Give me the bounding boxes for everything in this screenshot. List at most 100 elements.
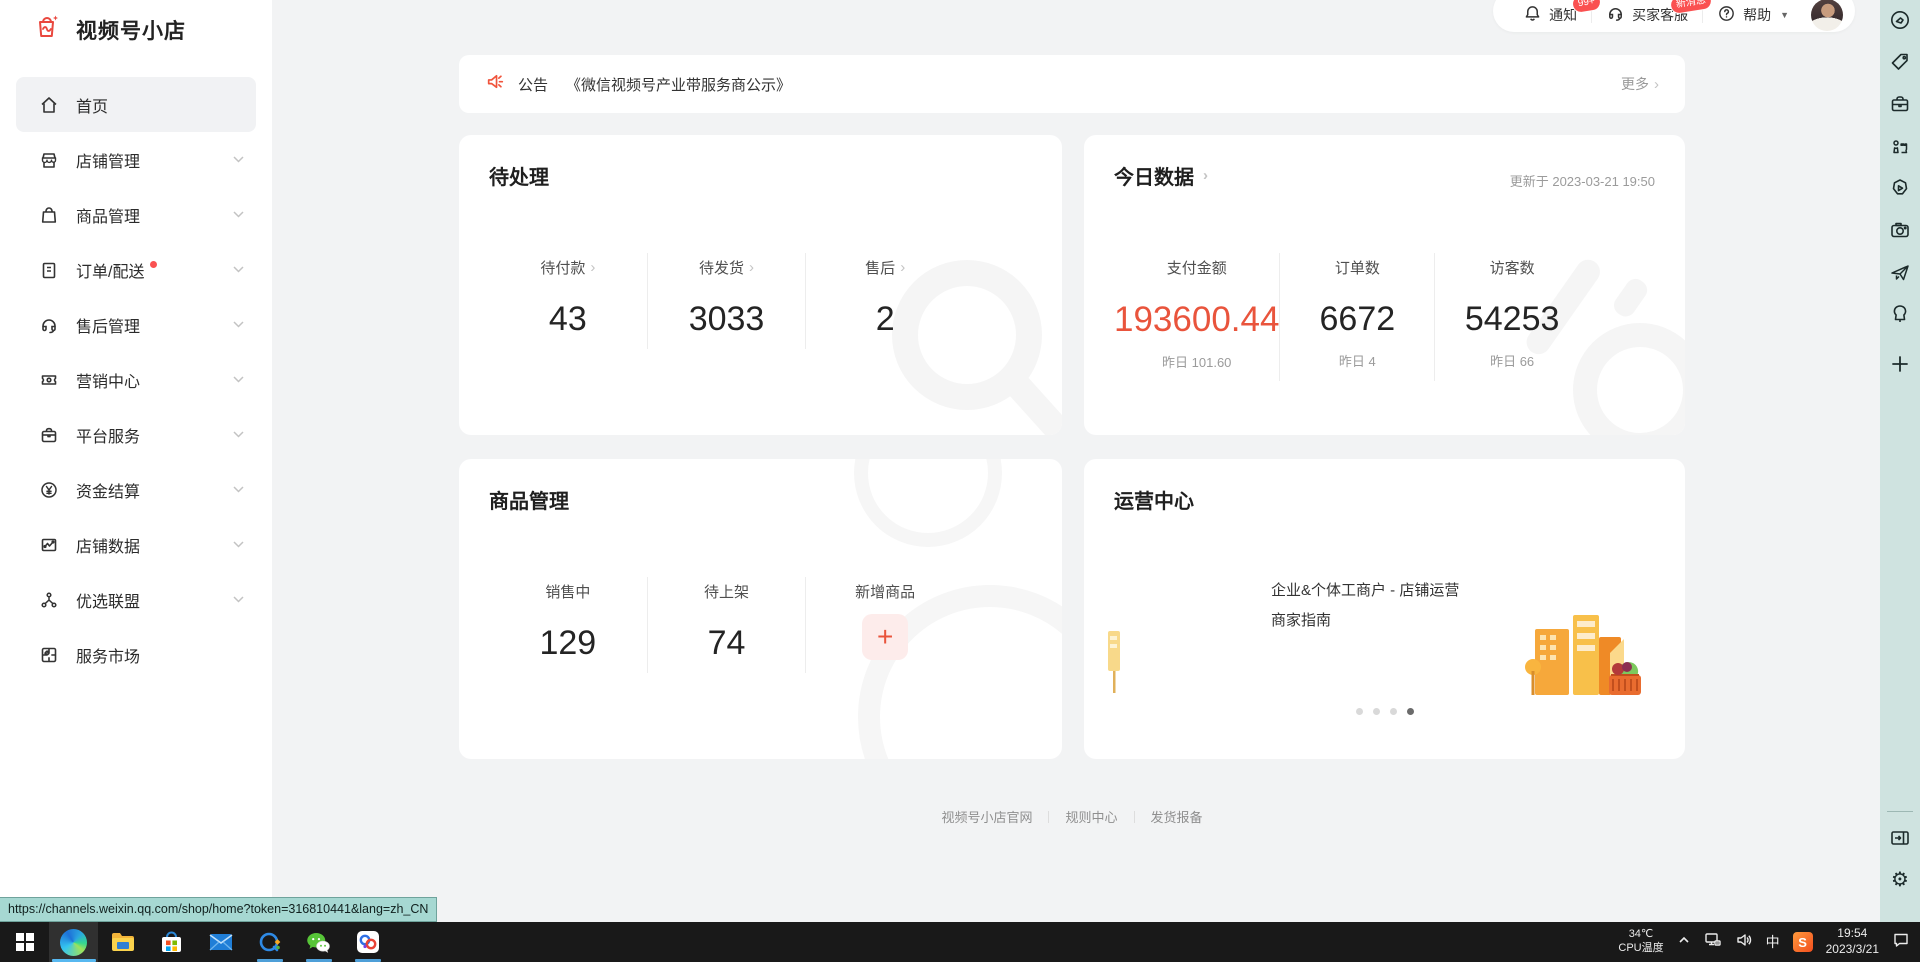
- add-panel-icon[interactable]: [1888, 352, 1912, 376]
- pending-card: 待处理 待付款› 43 待发货› 3033 售后› 2: [459, 135, 1062, 435]
- sidebar-item-label: 营销中心: [76, 368, 140, 392]
- taskbar-app-tencent-app[interactable]: [343, 922, 392, 962]
- chevron-right-icon: ›: [590, 260, 595, 275]
- tray-time: 19:54: [1826, 926, 1879, 942]
- main-area: 通知 99+ 买家客服 新消息 帮助 ▼: [272, 0, 1880, 922]
- sidebar-item-orders-delivery[interactable]: 订单/配送: [16, 242, 256, 297]
- camera-icon[interactable]: [1888, 218, 1912, 242]
- briefcase-icon: [38, 424, 60, 446]
- sidebar-item-preferred-alliance[interactable]: 优选联盟: [16, 572, 256, 627]
- carousel-dot-active[interactable]: [1407, 708, 1414, 715]
- help-button[interactable]: 帮助 ▼: [1703, 4, 1803, 26]
- sidebar-item-product-management[interactable]: 商品管理: [16, 187, 256, 242]
- stat-on-sale[interactable]: 销售中 129: [489, 577, 647, 673]
- stat-value: 2: [806, 300, 964, 339]
- paper-plane-icon[interactable]: [1888, 260, 1912, 284]
- sidebar-item-label: 商品管理: [76, 203, 140, 227]
- divider: [1134, 811, 1135, 823]
- carousel-dots: [1356, 708, 1414, 715]
- announcement-link[interactable]: 《微信视频号产业带服务商公示》: [566, 74, 791, 95]
- sidebar-item-marketing-center[interactable]: 营销中心: [16, 352, 256, 407]
- user-avatar[interactable]: [1811, 0, 1843, 31]
- sidebar-item-funds-settlement[interactable]: 资金结算: [16, 462, 256, 517]
- footer-link-official-site[interactable]: 视频号小店官网: [941, 807, 1032, 826]
- stat-to-be-listed[interactable]: 待上架 74: [647, 577, 806, 673]
- start-button[interactable]: [0, 922, 49, 962]
- add-product-label: 新增商品: [855, 581, 915, 602]
- today-data-title-row[interactable]: 今日数据 ›: [1114, 161, 1208, 190]
- stat-payment-amount[interactable]: 支付金额 193600.44 昨日 101.60: [1114, 253, 1279, 381]
- notifications-button[interactable]: 通知 99+: [1509, 4, 1591, 26]
- shape-play-icon[interactable]: [1888, 176, 1912, 200]
- cpu-temp-label: CPU温度: [1618, 942, 1663, 956]
- stat-visitor-count[interactable]: 访客数 54253 昨日 66: [1434, 253, 1589, 381]
- chat-logo-icon[interactable]: [1888, 8, 1912, 32]
- chevron-down-icon: [233, 431, 244, 438]
- taskbar-app-file-explorer[interactable]: [98, 922, 147, 962]
- sidebar-item-service-market[interactable]: 服务市场: [16, 627, 256, 682]
- tray-date: 2023/3/21: [1826, 942, 1879, 958]
- today-data-title: 今日数据: [1114, 161, 1194, 190]
- taskbar-app-mail[interactable]: [196, 922, 245, 962]
- stat-label: 待上架: [704, 581, 749, 602]
- tree-icon[interactable]: [1888, 302, 1912, 326]
- sidebar-item-label: 首页: [76, 93, 108, 117]
- qq-browser-icon: [257, 929, 283, 955]
- briefcase-icon[interactable]: [1888, 92, 1912, 116]
- sogou-input-icon[interactable]: S: [1793, 932, 1813, 952]
- add-product-button[interactable]: +: [862, 614, 908, 660]
- puzzle-icon: [38, 644, 60, 666]
- footer-link-shipping-report[interactable]: 发货报备: [1151, 807, 1203, 826]
- collapse-panel-icon[interactable]: [1888, 826, 1912, 850]
- carousel-dot[interactable]: [1390, 708, 1397, 715]
- sidebar-item-platform-services[interactable]: 平台服务: [16, 407, 256, 462]
- taskbar-app-wechat[interactable]: [294, 922, 343, 962]
- network-icon[interactable]: [1704, 931, 1722, 954]
- carousel-banner-link[interactable]: 企业&个体工商户 - 店铺运营 商家指南: [1271, 579, 1601, 633]
- app-logo[interactable]: 视频号小店: [0, 0, 272, 47]
- carousel-dot[interactable]: [1373, 708, 1380, 715]
- cpu-temperature-widget[interactable]: 34℃ CPU温度: [1618, 928, 1663, 956]
- stat-aftersales[interactable]: 售后› 2: [805, 253, 964, 349]
- chevron-down-icon: [233, 596, 244, 603]
- taskbar-app-qq-browser[interactable]: [245, 922, 294, 962]
- product-stats: 销售中 129 待上架 74 新增商品 +: [489, 577, 964, 673]
- sidebar-item-shop-data[interactable]: 店铺数据: [16, 517, 256, 572]
- tag-icon[interactable]: [1888, 50, 1912, 74]
- action-center-icon[interactable]: [1892, 931, 1910, 954]
- stat-value: 43: [489, 300, 647, 339]
- clock-widget[interactable]: 19:54 2023/3/21: [1826, 926, 1879, 957]
- operations-card-title: 运营中心: [1114, 485, 1194, 514]
- product-management-card: 商品管理 销售中 129 待上架 74 新增商品: [459, 459, 1062, 759]
- settings-gear-icon[interactable]: ⚙: [1888, 868, 1912, 892]
- stat-label: 订单数: [1335, 257, 1380, 278]
- buyer-service-button[interactable]: 买家客服 新消息: [1592, 4, 1702, 26]
- sidebar-item-aftersales[interactable]: 售后管理: [16, 297, 256, 352]
- app-title: 视频号小店: [76, 15, 186, 45]
- stat-order-count[interactable]: 订单数 6672 昨日 4: [1279, 253, 1434, 381]
- stat-pending-shipment[interactable]: 待发货› 3033: [647, 253, 806, 349]
- chevron-down-icon: [233, 321, 244, 328]
- sidebar-item-shop-management[interactable]: 店铺管理: [16, 132, 256, 187]
- sidebar-item-home[interactable]: 首页: [16, 77, 256, 132]
- yesterday-value: 昨日 4: [1280, 351, 1434, 370]
- volume-icon[interactable]: [1735, 931, 1753, 954]
- carousel-dot[interactable]: [1356, 708, 1363, 715]
- stat-label: 销售中: [545, 581, 590, 602]
- stat-label: 售后: [865, 257, 895, 278]
- top-header-bar: 通知 99+ 买家客服 新消息 帮助 ▼: [1493, 0, 1855, 32]
- tray-expand-chevron-icon[interactable]: [1677, 933, 1691, 952]
- browser-side-rail: ⚙: [1880, 0, 1920, 922]
- announcement-bar: 公告 《微信视频号产业带服务商公示》 更多 ›: [459, 55, 1685, 113]
- announcement-more-button[interactable]: 更多 ›: [1621, 74, 1659, 94]
- footer-link-rules-center[interactable]: 规则中心: [1065, 807, 1117, 826]
- chess-icon[interactable]: [1888, 134, 1912, 158]
- ime-indicator[interactable]: 中: [1766, 932, 1780, 952]
- taskbar-app-microsoft-store[interactable]: [147, 922, 196, 962]
- mail-icon: [208, 929, 234, 955]
- taskbar-app-edge[interactable]: [49, 922, 98, 962]
- stat-pending-payment[interactable]: 待付款 › 43: [489, 253, 647, 349]
- stat-label: 待付款: [540, 257, 585, 278]
- caret-down-icon: ▼: [1780, 10, 1789, 20]
- sidebar-item-label: 店铺数据: [76, 533, 140, 557]
